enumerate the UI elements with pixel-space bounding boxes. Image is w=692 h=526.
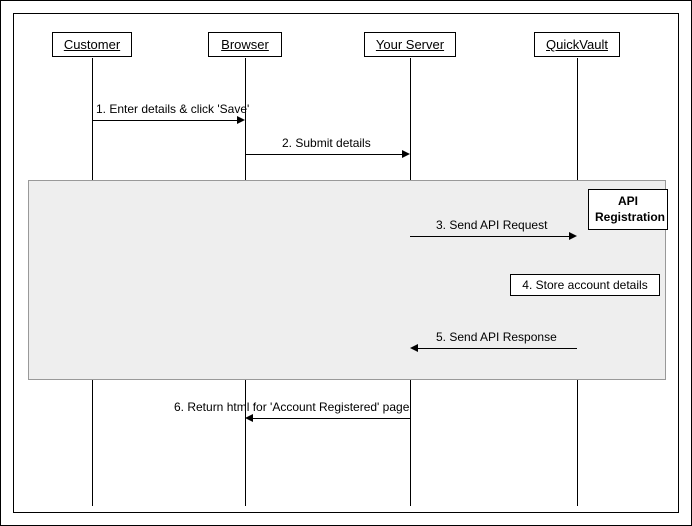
msg5-arrowhead — [410, 344, 418, 352]
msg6-label: 6. Return html for 'Account Registered' … — [174, 400, 409, 414]
msg3-label: 3. Send API Request — [436, 218, 547, 232]
participant-browser: Browser — [208, 32, 282, 57]
participant-quickvault: QuickVault — [534, 32, 620, 57]
msg2-arrow — [245, 154, 402, 155]
api-registration-label: API Registration — [588, 189, 668, 230]
msg2-arrowhead — [402, 150, 410, 158]
participant-customer: Customer — [52, 32, 132, 57]
msg4-box: 4. Store account details — [510, 274, 660, 296]
msg5-arrow — [418, 348, 577, 349]
msg6-arrowhead — [245, 414, 253, 422]
participant-server: Your Server — [364, 32, 456, 57]
msg5-label: 5. Send API Response — [436, 330, 557, 344]
msg6-arrow — [253, 418, 410, 419]
api-registration-text: API Registration — [595, 194, 665, 224]
msg3-arrowhead — [569, 232, 577, 240]
msg1-label: 1. Enter details & click 'Save' — [96, 102, 249, 116]
msg3-arrow — [410, 236, 569, 237]
diagram-frame: Customer Browser Your Server QuickVault … — [13, 13, 679, 513]
msg2-label: 2. Submit details — [282, 136, 371, 150]
msg1-arrow — [92, 120, 237, 121]
msg1-arrowhead — [237, 116, 245, 124]
sequence-diagram: Customer Browser Your Server QuickVault … — [0, 0, 692, 526]
